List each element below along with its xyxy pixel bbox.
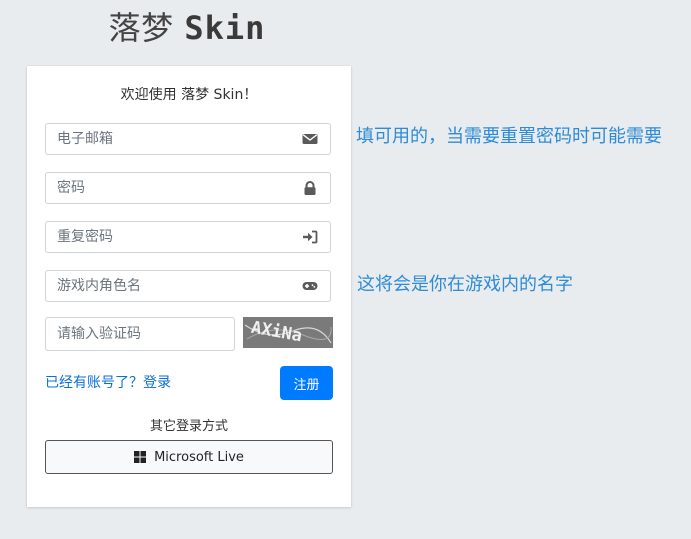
captcha-field-group <box>45 317 235 351</box>
password-field-group <box>45 172 331 204</box>
sign-in-icon <box>303 230 318 244</box>
player-name-field-group <box>45 270 331 302</box>
player-name-input[interactable] <box>46 271 296 301</box>
confirm-password-field-group <box>45 221 331 253</box>
email-annotation: 填可用的，当需要重置密码时可能需要 <box>356 126 662 147</box>
confirm-password-input[interactable] <box>46 222 296 252</box>
brand-name-cn: 落梦 <box>108 9 174 47</box>
gamepad-icon <box>302 282 318 290</box>
envelope-icon <box>302 134 318 144</box>
email-field-group <box>45 123 331 155</box>
windows-icon <box>134 451 147 463</box>
email-input[interactable] <box>46 124 296 154</box>
brand-logo: 落梦 Skin <box>0 8 374 48</box>
captcha-image[interactable]: AXiNa <box>243 317 333 348</box>
register-card: 欢迎使用 落梦 Skin！ 电子邮箱 游戏内角色名 请输入验证码 AXiNa 已… <box>27 66 351 507</box>
captcha-input[interactable] <box>46 318 234 350</box>
password-input[interactable] <box>46 173 296 203</box>
login-link[interactable]: 已经有账号了？登录 <box>45 374 171 392</box>
player-name-annotation: 这将会是你在游戏内的名字 <box>357 274 573 295</box>
register-button[interactable]: 注册 <box>280 366 333 400</box>
lock-icon <box>304 181 316 195</box>
other-login-title: 其它登录方式 <box>149 419 228 434</box>
brand-name-skin: Skin <box>184 9 266 47</box>
microsoft-live-label: Microsoft Live <box>154 449 244 465</box>
welcome-text: 欢迎使用 落梦 Skin！ <box>120 87 258 103</box>
microsoft-live-button[interactable]: Microsoft Live <box>45 440 333 474</box>
